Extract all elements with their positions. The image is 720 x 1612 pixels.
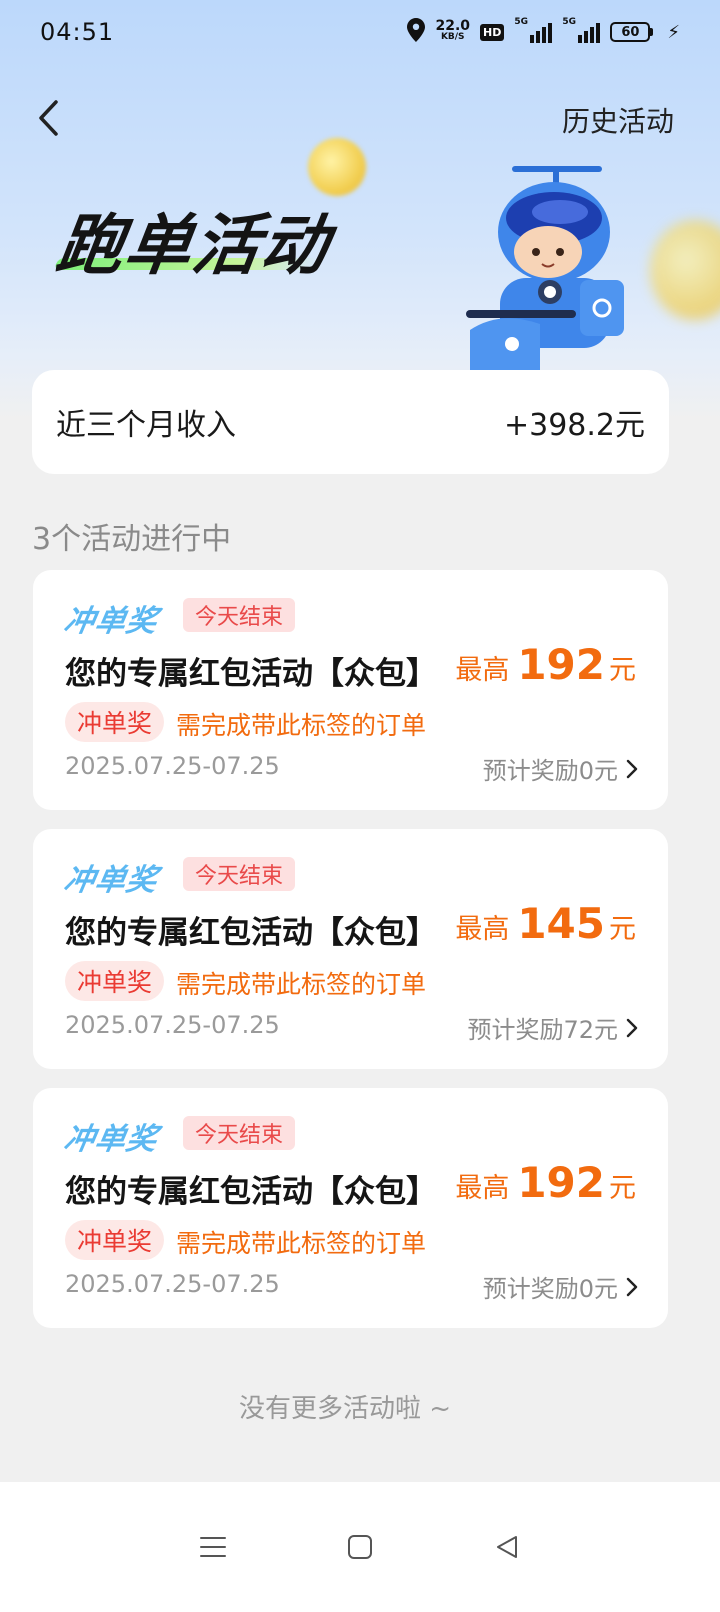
date-range: 2025.07.25-07.25	[65, 1011, 280, 1039]
back-button[interactable]	[28, 96, 68, 140]
location-icon	[407, 18, 426, 46]
order-tag: 冲单奖	[65, 961, 165, 1001]
status-icons: 22.0 KB/S HD 5G 5G 60 ⚡	[407, 17, 680, 46]
requirement-text: 需完成带此标签的订单	[176, 970, 427, 999]
coin-decoration	[650, 220, 720, 320]
back-triangle-icon[interactable]	[487, 1527, 527, 1567]
income-value: +398.2元	[503, 408, 645, 443]
coin-decoration	[308, 138, 366, 196]
activity-card[interactable]: 冲单奖 今天结束 您的专属红包活动【众包】 最高 192 元 冲单奖 需完成带此…	[33, 1088, 668, 1328]
status-bar: 04:51 22.0 KB/S HD 5G 5G 60 ⚡	[0, 0, 720, 64]
chevron-right-icon	[626, 1018, 638, 1037]
signal-icon: 5G	[562, 17, 601, 43]
date-range: 2025.07.25-07.25	[65, 1270, 280, 1298]
system-navigation-bar	[0, 1482, 720, 1612]
requirement-text: 需完成带此标签的订单	[176, 711, 427, 740]
promo-logo: 冲单奖	[61, 863, 161, 898]
income-summary-card: 近三个月收入 +398.2元	[32, 370, 669, 474]
hd-icon: HD	[480, 23, 505, 41]
activity-card[interactable]: 冲单奖 今天结束 您的专属红包活动【众包】 最高 145 元 冲单奖 需完成带此…	[33, 829, 668, 1069]
status-time: 04:51	[40, 18, 115, 46]
activity-title: 您的专属红包活动【众包】	[65, 656, 437, 692]
status-badge: 今天结束	[183, 1116, 296, 1150]
promo-logo: 冲单奖	[61, 604, 161, 639]
history-activities-link[interactable]: 历史活动	[562, 100, 674, 140]
activity-card[interactable]: 冲单奖 今天结束 您的专属红包活动【众包】 最高 192 元 冲单奖 需完成带此…	[33, 570, 668, 810]
promo-logo: 冲单奖	[61, 1122, 161, 1157]
courier-mascot-illustration	[466, 166, 624, 370]
home-square-icon[interactable]	[340, 1527, 380, 1567]
signal-icon: 5G	[514, 17, 553, 43]
no-more-activities-text: 没有更多活动啦 ~	[238, 1394, 452, 1424]
battery-icon: 60	[610, 22, 654, 42]
chevron-right-icon	[626, 759, 638, 778]
status-badge: 今天结束	[183, 598, 296, 632]
activity-title: 您的专属红包活动【众包】	[65, 915, 437, 951]
estimated-reward-link[interactable]: 预计奖励72元	[467, 1010, 638, 1045]
charging-icon: ⚡	[667, 21, 680, 43]
max-reward: 最高 145 元	[455, 899, 636, 948]
estimated-reward-link[interactable]: 预计奖励0元	[483, 751, 638, 786]
page-title: 跑单活动	[51, 207, 335, 284]
menu-icon[interactable]	[193, 1527, 233, 1567]
max-reward: 最高 192 元	[455, 640, 636, 689]
chevron-right-icon	[626, 1277, 638, 1296]
max-reward: 最高 192 元	[455, 1158, 636, 1207]
estimated-reward-link[interactable]: 预计奖励0元	[483, 1269, 638, 1304]
date-range: 2025.07.25-07.25	[65, 752, 280, 780]
net-speed: 22.0 KB/S	[435, 18, 471, 42]
hero-banner: 04:51 22.0 KB/S HD 5G 5G 60 ⚡ 历史活动 跑单活动	[0, 0, 720, 420]
income-label: 近三个月收入	[56, 408, 236, 443]
activity-title: 您的专属红包活动【众包】	[65, 1174, 437, 1210]
order-tag: 冲单奖	[65, 702, 165, 742]
section-title: 3个活动进行中	[32, 522, 232, 557]
chevron-left-icon	[39, 100, 58, 136]
order-tag: 冲单奖	[65, 1220, 165, 1260]
requirement-text: 需完成带此标签的订单	[176, 1229, 427, 1258]
status-badge: 今天结束	[183, 857, 296, 891]
